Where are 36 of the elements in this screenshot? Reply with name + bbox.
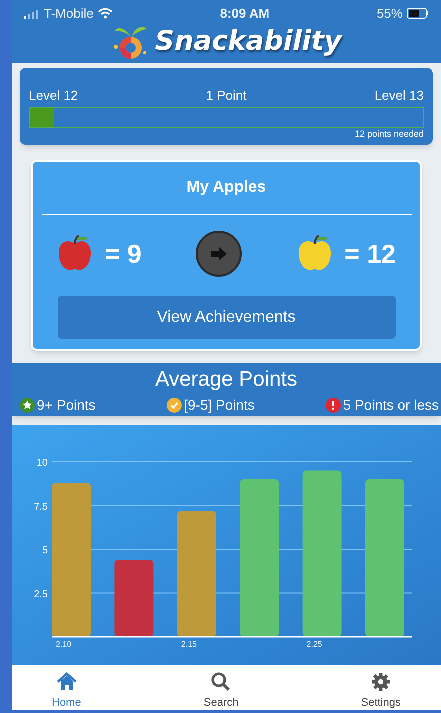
clock-time: 8:09 AM [220,5,270,23]
section-title: Average Points [155,367,298,393]
home-icon [56,671,78,693]
app-title: Snackability [155,24,342,58]
legend-label: [9-5] Points [184,396,255,415]
y-axis-label: 5 [42,546,48,556]
current-level: Level 12 [29,87,78,105]
x-axis-label: 2.25 [306,640,322,649]
apple-count: = 12 [344,238,396,270]
y-axis-label: 2.5 [34,589,48,600]
y-axis-label: 10 [36,458,48,469]
y-axis-label: 7.5 [34,502,48,513]
x-axis-label: 2.15 [181,640,197,649]
settings-icon [370,671,392,693]
points-label: 1 Point [206,87,247,105]
carrier-name: T-Mobile [44,5,94,23]
next-level: Level 13 [374,87,424,105]
signal-icon [24,8,40,19]
arrow-right-icon [211,247,228,261]
wifi-icon [98,8,113,20]
apple-count: = 9 [105,238,142,270]
view-achievements-button[interactable]: View Achievements [58,296,396,339]
arrow-button[interactable] [196,231,242,277]
legend-label: 5 Points or less [343,396,439,415]
home-tab[interactable]: Home [52,671,82,710]
x-axis-label: 2.10 [56,640,72,649]
points-needed: 12 points needed [354,128,424,141]
search-tab[interactable]: Search [204,671,239,710]
legend-label: 9+ Points [37,396,96,415]
battery-percent: 55% [376,5,403,23]
card-title: My Apples [186,178,266,198]
battery-icon [406,8,429,20]
apple-icon [57,235,93,273]
search-icon [210,671,232,693]
apple-icon [296,235,333,273]
settings-tab[interactable]: Settings [361,671,401,710]
